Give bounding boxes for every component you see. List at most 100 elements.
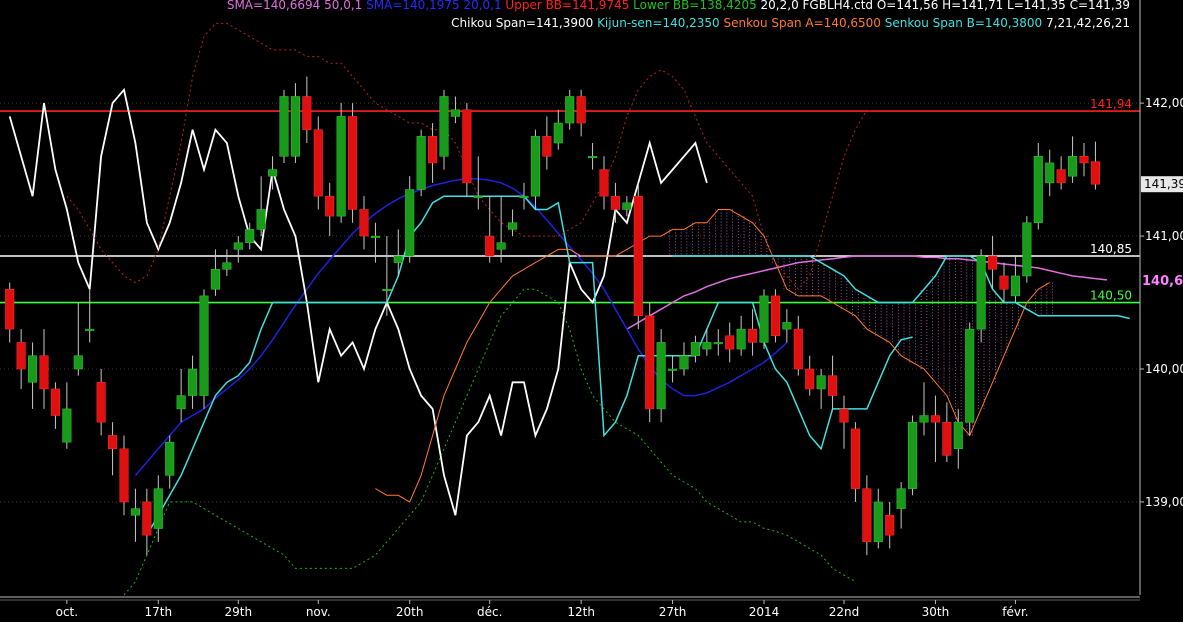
- candle-body: [233, 242, 243, 250]
- candle-body: [805, 368, 815, 390]
- time-tick-label: oct.: [56, 605, 78, 619]
- candle-body: [908, 421, 918, 489]
- candle-body: [622, 202, 632, 210]
- level-label: 140,85: [1090, 242, 1132, 256]
- candle-body: [576, 96, 586, 124]
- candle-body: [393, 255, 403, 263]
- candle-body: [1079, 156, 1089, 164]
- time-tick-label: 29th: [224, 605, 252, 619]
- candle-body: [290, 96, 300, 157]
- candle-body: [839, 408, 849, 423]
- price-tick-label: 142,00: [1145, 96, 1183, 110]
- candle-body: [1068, 156, 1078, 177]
- candle-body: [953, 421, 963, 450]
- candle-body: [588, 156, 598, 159]
- level-label: 141,94: [1090, 97, 1132, 111]
- candle-body: [850, 428, 860, 489]
- legend-item: Chikou Span=141,3900: [451, 16, 593, 30]
- candle-body: [85, 328, 95, 331]
- candle-body: [16, 342, 26, 370]
- candle-body: [508, 222, 518, 230]
- time-tick-label: déc.: [477, 605, 502, 619]
- candle-body: [530, 136, 540, 197]
- candle-body: [382, 288, 392, 291]
- candle-body: [793, 328, 803, 370]
- candle-body: [199, 295, 209, 396]
- candle-body: [1090, 161, 1100, 185]
- candle-body: [473, 195, 483, 198]
- candle-body: [770, 295, 780, 337]
- last-price-label: 141,39: [1144, 177, 1183, 191]
- candle-body: [553, 122, 563, 144]
- time-tick-label: 22nd: [829, 605, 860, 619]
- candle-body: [73, 355, 83, 370]
- candle-body: [828, 375, 838, 396]
- candle-body: [1056, 169, 1066, 184]
- level-label: 140,50: [1090, 289, 1132, 303]
- chart-area[interactable]: 141,94 140,85 140,50 142,00 141,00 140,00 139…: [0, 0, 1183, 622]
- candle-body: [439, 96, 449, 157]
- candle-body: [119, 448, 129, 503]
- candle-body: [96, 382, 106, 423]
- candle-body: [988, 255, 998, 270]
- time-tick-label: 12th: [567, 605, 595, 619]
- time-tick-label: nov.: [306, 605, 331, 619]
- candle-body: [496, 242, 506, 250]
- price-tick-label: 139,00: [1145, 495, 1183, 509]
- time-tick-label: 2014: [749, 605, 780, 619]
- legend-item: 20,2,0: [757, 0, 799, 12]
- candle-body: [656, 342, 666, 410]
- legend-item: SMA=140,6694 50,0,1: [227, 0, 362, 12]
- candle-body: [370, 235, 380, 238]
- time-tick-label: 20th: [396, 605, 424, 619]
- candle-body: [565, 96, 575, 124]
- price-tick-label: 140,00: [1145, 362, 1183, 376]
- candle-body: [873, 501, 883, 543]
- candle-body: [1033, 156, 1043, 224]
- candle-body: [690, 342, 700, 356]
- candle-body: [256, 209, 266, 230]
- candle-body: [462, 109, 472, 184]
- candle-body: [325, 195, 335, 217]
- candle-body: [450, 109, 460, 117]
- candle-body: [405, 189, 415, 257]
- price-tick-label: 141,00: [1145, 229, 1183, 243]
- candle-body: [919, 415, 929, 423]
- candle-body: [5, 288, 15, 330]
- candle-body: [50, 388, 60, 416]
- candle-body: [268, 169, 278, 177]
- candle-body: [108, 435, 118, 450]
- legend-item: Lower BB=138,4205: [629, 0, 756, 12]
- candle-body: [713, 342, 723, 345]
- chart-background: [0, 0, 1183, 622]
- time-tick-label: 17th: [144, 605, 172, 619]
- candle-body: [416, 136, 426, 190]
- legend-item: Upper BB=141,9745: [502, 0, 630, 12]
- legend-item: FGBLH4.ctd O=141,56 H=141,71 L=141,35 C=…: [799, 0, 1130, 12]
- candle-body: [736, 328, 746, 350]
- legend-item: Senkou Span B=140,3800: [881, 16, 1042, 30]
- price-chart[interactable]: 141,94 140,85 140,50 142,00 141,00 140,00 139…: [0, 0, 1183, 622]
- legend-item: Kijun-sen=140,2350: [593, 16, 719, 30]
- candle-body: [210, 269, 220, 290]
- candle-body: [1045, 162, 1055, 184]
- candle-body: [188, 368, 198, 396]
- candle-body: [965, 328, 975, 423]
- candle-body: [313, 129, 323, 197]
- legend-item: 7,21,42,26,21: [1042, 16, 1130, 30]
- candle-body: [359, 209, 369, 237]
- candle-body: [930, 415, 940, 423]
- sma-value-label: 140,67: [1142, 274, 1183, 289]
- candle-body: [759, 295, 769, 343]
- candle-body: [816, 375, 826, 390]
- candle-body: [428, 136, 438, 164]
- candle-body: [485, 235, 495, 257]
- candle-body: [999, 275, 1009, 290]
- candle-body: [610, 195, 620, 210]
- legend-line: Chikou Span=141,3900 Kijun-sen=140,2350 …: [451, 16, 1130, 30]
- candle-body: [679, 355, 689, 370]
- time-tick-label: 27th: [659, 605, 687, 619]
- candle-body: [885, 514, 895, 536]
- candle-body: [519, 195, 529, 198]
- candle-body: [1010, 275, 1020, 297]
